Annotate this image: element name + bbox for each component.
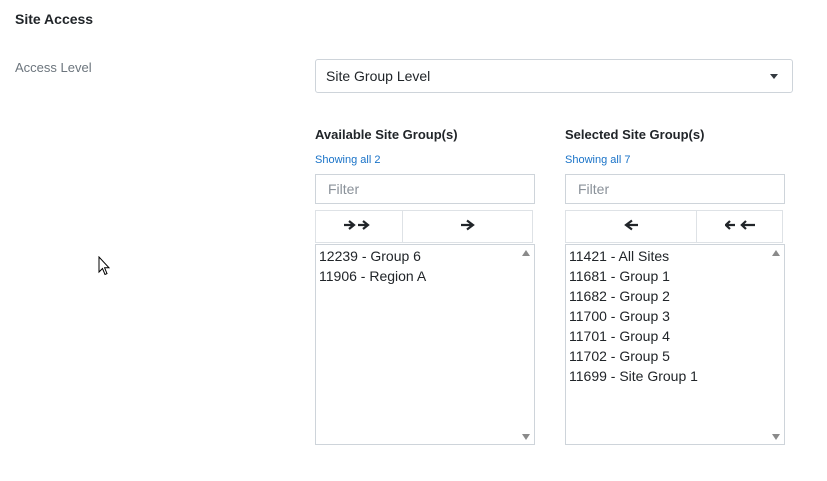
access-level-value: Site Group Level <box>326 68 431 84</box>
double-arrow-right-icon <box>344 218 374 235</box>
list-item[interactable]: 11702 - Group 5 <box>569 347 784 367</box>
move-selected-button[interactable] <box>403 211 532 242</box>
double-arrow-left-icon <box>723 218 755 235</box>
remove-all-button[interactable] <box>697 211 782 242</box>
scroll-up-icon[interactable] <box>522 250 530 256</box>
mouse-cursor-icon <box>98 255 111 281</box>
scroll-down-icon[interactable] <box>522 434 530 440</box>
move-all-button[interactable] <box>316 211 403 242</box>
list-item[interactable]: 11701 - Group 4 <box>569 327 784 347</box>
available-showing-count: Showing all 2 <box>315 154 381 166</box>
available-filter-input[interactable] <box>315 174 535 204</box>
remove-selected-button[interactable] <box>566 211 697 242</box>
list-item[interactable]: 11699 - Site Group 1 <box>569 367 784 387</box>
available-button-row <box>315 210 533 243</box>
list-item[interactable]: 12239 - Group 6 <box>319 247 534 267</box>
available-groups-listbox[interactable]: 12239 - Group 6 11906 - Region A <box>315 244 535 445</box>
scroll-up-icon[interactable] <box>772 250 780 256</box>
list-item[interactable]: 11700 - Group 3 <box>569 307 784 327</box>
access-level-label: Access Level <box>15 60 92 75</box>
selected-groups-listbox[interactable]: 11421 - All Sites 11681 - Group 1 11682 … <box>565 244 785 445</box>
selected-button-row <box>565 210 783 243</box>
arrow-left-icon <box>624 218 638 235</box>
selected-filter-input[interactable] <box>565 174 785 204</box>
list-item[interactable]: 11421 - All Sites <box>569 247 784 267</box>
selected-heading: Selected Site Group(s) <box>565 127 705 142</box>
chevron-down-icon <box>770 74 778 79</box>
available-groups-panel: Available Site Group(s) Showing all 2 Fi… <box>315 127 535 445</box>
selected-showing-count: Showing all 7 <box>565 154 631 166</box>
available-heading: Available Site Group(s) <box>315 127 458 142</box>
scroll-down-icon[interactable] <box>772 434 780 440</box>
list-item[interactable]: 11682 - Group 2 <box>569 287 784 307</box>
section-title: Site Access <box>15 11 94 27</box>
list-item[interactable]: 11906 - Region A <box>319 267 534 287</box>
site-access-page: Site Access Access Level Site Group Leve… <box>0 0 827 481</box>
access-level-select[interactable]: Site Group Level <box>315 59 793 93</box>
selected-groups-list: 11421 - All Sites 11681 - Group 1 11682 … <box>566 245 784 387</box>
list-item[interactable]: 11681 - Group 1 <box>569 267 784 287</box>
arrow-right-icon <box>460 218 475 235</box>
available-groups-list: 12239 - Group 6 11906 - Region A <box>316 245 534 287</box>
selected-groups-panel: Selected Site Group(s) Showing all 7 Fil… <box>565 127 785 445</box>
